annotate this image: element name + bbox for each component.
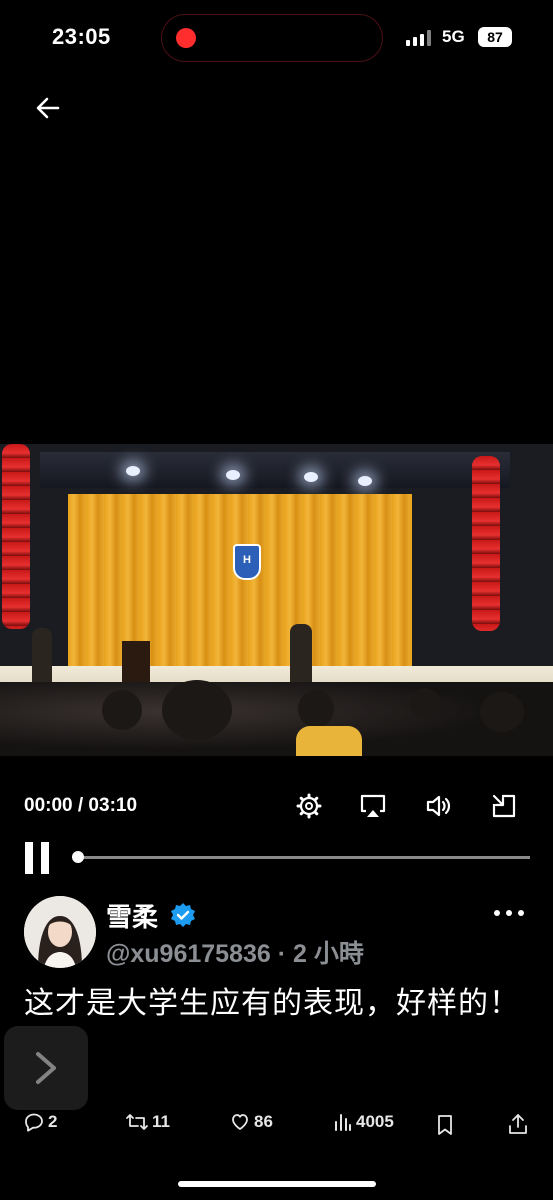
chevron-right-icon bbox=[36, 1052, 56, 1084]
author-name[interactable]: 雪柔 bbox=[106, 897, 158, 934]
video-player[interactable]: H bbox=[0, 444, 553, 756]
reply-button[interactable]: 2 bbox=[24, 1112, 57, 1132]
handle-and-time[interactable]: @xu96175836 · 2 小時 bbox=[106, 934, 364, 970]
bookmark-icon[interactable] bbox=[436, 1114, 454, 1136]
tweet-text: 这才是大学生应有的表现，好样的！ bbox=[24, 987, 520, 1020]
stage-curtain bbox=[68, 494, 412, 670]
video-time: 00:00 / 03:10 bbox=[24, 795, 138, 816]
reply-count: 2 bbox=[48, 1112, 58, 1131]
audience-head bbox=[480, 692, 524, 732]
stage-light bbox=[304, 472, 318, 482]
signal-icon bbox=[406, 30, 432, 46]
red-lanterns-right bbox=[472, 456, 500, 631]
school-logo: H bbox=[233, 544, 261, 580]
dynamic-island bbox=[161, 14, 383, 62]
battery-icon: 87 bbox=[478, 27, 512, 47]
stage-truss bbox=[40, 452, 510, 488]
retweet-count: 11 bbox=[152, 1112, 170, 1131]
status-time: 23:05 bbox=[52, 24, 111, 49]
home-indicator[interactable] bbox=[178, 1181, 376, 1187]
like-count: 86 bbox=[254, 1112, 273, 1131]
next-overlay-button[interactable] bbox=[4, 1026, 88, 1110]
settings-gear-icon[interactable] bbox=[295, 792, 323, 820]
views-chart-icon bbox=[335, 1114, 351, 1131]
stage-light bbox=[358, 476, 372, 486]
verified-badge-icon bbox=[171, 903, 195, 927]
audience-head bbox=[410, 688, 440, 718]
reply-icon bbox=[25, 1113, 43, 1132]
more-options-icon[interactable] bbox=[494, 910, 524, 918]
retweet-icon bbox=[126, 1114, 148, 1130]
progress-track[interactable] bbox=[78, 856, 530, 859]
like-button[interactable]: 86 bbox=[230, 1112, 273, 1132]
share-icon[interactable] bbox=[508, 1113, 528, 1135]
stage-light bbox=[126, 466, 140, 476]
pause-icon[interactable] bbox=[25, 842, 53, 874]
red-lanterns-left bbox=[2, 444, 30, 629]
avatar-photo bbox=[24, 896, 96, 968]
views-button[interactable]: 4005 bbox=[334, 1112, 394, 1132]
audience-head bbox=[162, 680, 232, 740]
audience-head bbox=[102, 690, 142, 730]
audience-head bbox=[298, 690, 334, 728]
back-arrow-icon[interactable] bbox=[34, 94, 62, 122]
person-on-stage bbox=[290, 624, 312, 690]
retweet-button[interactable]: 11 bbox=[126, 1112, 170, 1132]
progress-thumb[interactable] bbox=[72, 851, 84, 863]
audience bbox=[0, 682, 553, 756]
audience-yellow-shirt bbox=[296, 726, 362, 756]
airplay-icon[interactable] bbox=[359, 792, 387, 820]
heart-icon bbox=[232, 1114, 248, 1130]
network-label: 5G bbox=[442, 27, 465, 46]
tweet-actions: 2 11 86 4005 bbox=[0, 1112, 553, 1140]
avatar[interactable] bbox=[24, 896, 96, 968]
minimize-video-icon[interactable] bbox=[490, 792, 518, 820]
volume-icon[interactable] bbox=[424, 792, 452, 820]
stage-light bbox=[226, 470, 240, 480]
recording-indicator bbox=[176, 28, 196, 48]
view-count: 4005 bbox=[356, 1112, 394, 1131]
